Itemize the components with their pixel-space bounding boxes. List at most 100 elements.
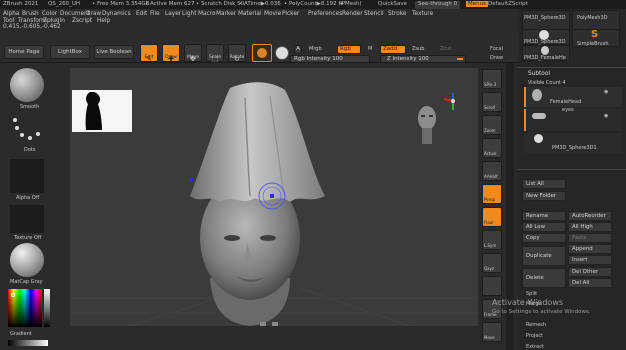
menu-help[interactable]: Help: [97, 18, 110, 24]
color-swatch-icon[interactable]: [275, 46, 289, 60]
new-folder-button[interactable]: New Folder: [522, 191, 566, 201]
subtool-item-sphere[interactable]: PM3D_Sphere3D1: [524, 133, 622, 153]
color-picker[interactable]: [8, 289, 42, 327]
menu-movie[interactable]: Movie: [264, 11, 281, 17]
visibility-eye-icon[interactable]: ◉: [604, 113, 608, 119]
scale-button[interactable]: ⬚ Scale: [206, 44, 224, 63]
del-other-button[interactable]: Del Other: [568, 267, 612, 277]
zadd-toggle[interactable]: Zadd: [380, 45, 406, 54]
menus-button[interactable]: Menus: [466, 1, 488, 7]
remesh-menu[interactable]: Remesh: [526, 322, 546, 328]
move-button[interactable]: ✥ Move: [184, 44, 202, 63]
right-tool-qxyz[interactable]: Qxyz: [482, 253, 502, 273]
del-all-button[interactable]: Del All: [568, 278, 612, 288]
right-tool-aahalf[interactable]: AAHalf: [482, 161, 502, 181]
edit-button[interactable]: ✎ Edit: [140, 44, 158, 63]
duplicate-button[interactable]: Duplicate: [522, 246, 566, 266]
axis-gizmo[interactable]: [442, 90, 464, 112]
right-tool-scroll[interactable]: Scroll: [482, 92, 502, 112]
menu-light[interactable]: Light: [182, 11, 196, 17]
draw-button[interactable]: ✚ Draw: [162, 44, 180, 63]
extract-menu[interactable]: Extract: [526, 344, 544, 350]
a-toggle[interactable]: A: [294, 45, 302, 54]
rgb-intensity-slider[interactable]: Rgb Intensity 100: [290, 55, 370, 63]
menu-render[interactable]: Render: [342, 11, 363, 17]
zcut-toggle[interactable]: Zcut: [440, 46, 451, 52]
copy-button[interactable]: Copy: [522, 233, 566, 243]
home-page-button[interactable]: Home Page: [4, 45, 44, 59]
lightbox-button[interactable]: LightBox: [50, 45, 90, 59]
menu-layer[interactable]: Layer: [165, 11, 181, 17]
navigation-head-gizmo[interactable]: [416, 104, 438, 148]
brightness-strip[interactable]: [44, 289, 50, 327]
visibility-eye-icon[interactable]: ◉: [604, 89, 608, 95]
material-swatch[interactable]: [252, 44, 272, 62]
focal-shift[interactable]: Focal: [490, 46, 503, 52]
default-zscript[interactable]: DefaultZScript: [488, 1, 528, 7]
menu-draw[interactable]: Draw: [86, 11, 101, 17]
matcap-sphere-icon[interactable]: [10, 243, 44, 277]
list-all-button[interactable]: List All: [522, 179, 566, 189]
live-boolean-button[interactable]: Live Boolean: [94, 45, 134, 59]
subtool-item-eyes[interactable]: eyes ◉: [524, 107, 622, 131]
menu-material[interactable]: Material: [238, 11, 262, 17]
menu-edit[interactable]: Edit: [136, 11, 147, 17]
alpha-thumbnail[interactable]: [10, 159, 44, 193]
rotate-button[interactable]: ↻ Rotate: [228, 44, 246, 63]
insert-button[interactable]: Insert: [568, 255, 612, 265]
menu-texture[interactable]: Texture: [412, 11, 433, 17]
smooth-brush-icon[interactable]: [10, 68, 44, 102]
append-button[interactable]: Append: [568, 244, 612, 254]
canvas-viewport[interactable]: [70, 68, 478, 326]
menu-zscript[interactable]: Zscript: [72, 18, 92, 24]
autoreorder-button[interactable]: AutoReorder: [568, 211, 612, 221]
scroll-marker-left[interactable]: [260, 322, 266, 326]
menu-marker[interactable]: Marker: [216, 11, 236, 17]
gradient-bar[interactable]: [8, 340, 48, 346]
mrgb-toggle[interactable]: Mrgb: [309, 46, 322, 52]
menu-stencil[interactable]: Stencil: [364, 11, 384, 17]
right-tool-spix-3[interactable]: SPix 3: [482, 69, 502, 89]
project-menu[interactable]: Project: [526, 333, 543, 339]
subtool-item-femalehead[interactable]: FemaleHead ◉: [524, 87, 622, 107]
quicksave-button[interactable]: QuickSave: [378, 1, 407, 7]
zsub-toggle[interactable]: Zsub: [412, 46, 424, 52]
menu-dynamics[interactable]: Dynamics: [102, 11, 131, 17]
rgb-toggle[interactable]: Rgb: [337, 45, 361, 54]
menu-alpha[interactable]: Alpha: [3, 11, 19, 17]
tool-thumb-pm3d-sphere-2[interactable]: PM3D_Sphere3D: [522, 29, 570, 45]
menu-preferences[interactable]: Preferences: [308, 11, 342, 17]
all-high-button[interactable]: All High: [568, 222, 612, 232]
dots-stroke-icon[interactable]: [10, 115, 44, 145]
menu-color[interactable]: Color: [42, 11, 57, 17]
tool-thumb-simplebrush[interactable]: S SimpleBrush: [572, 29, 620, 47]
all-low-button[interactable]: All Low: [522, 222, 566, 232]
z-intensity-slider[interactable]: Z Intensity 100: [380, 55, 466, 63]
menu-file[interactable]: File: [150, 11, 160, 17]
menu-picker[interactable]: Picker: [282, 11, 299, 17]
scroll-marker-right[interactable]: [272, 322, 278, 326]
subtool-title[interactable]: Subtool: [528, 71, 550, 77]
m-toggle[interactable]: M: [368, 46, 372, 52]
menu-macro[interactable]: Macro: [198, 11, 216, 17]
right-tool-floor[interactable]: Floor: [482, 207, 502, 227]
right-tool-move[interactable]: Move: [482, 322, 502, 342]
right-tool-l-sym[interactable]: L.Sym: [482, 230, 502, 250]
rename-button[interactable]: Rename: [522, 211, 566, 221]
sculpt-model[interactable]: [150, 78, 360, 326]
right-tool-persp[interactable]: Persp: [482, 184, 502, 204]
paste-button[interactable]: Paste: [568, 233, 612, 243]
draw-size[interactable]: Draw: [490, 55, 503, 61]
menu-stroke[interactable]: Stroke: [388, 11, 406, 17]
gradient-label[interactable]: Gradient: [10, 331, 32, 337]
menu-brush[interactable]: Brush: [22, 11, 39, 17]
delete-button[interactable]: Delete: [522, 268, 566, 288]
right-tool-actual[interactable]: Actual: [482, 138, 502, 158]
texture-thumbnail[interactable]: [10, 205, 44, 233]
see-through-slider[interactable]: See-through 0: [415, 0, 461, 9]
visible-count[interactable]: Visible Count 4: [528, 80, 566, 86]
tool-thumb-femalehead[interactable]: PM3D_FemaleHe: [522, 45, 570, 61]
right-tool-blank[interactable]: [482, 276, 502, 296]
split-menu[interactable]: Split: [526, 291, 537, 297]
right-tool-zoom[interactable]: Zoom: [482, 115, 502, 135]
